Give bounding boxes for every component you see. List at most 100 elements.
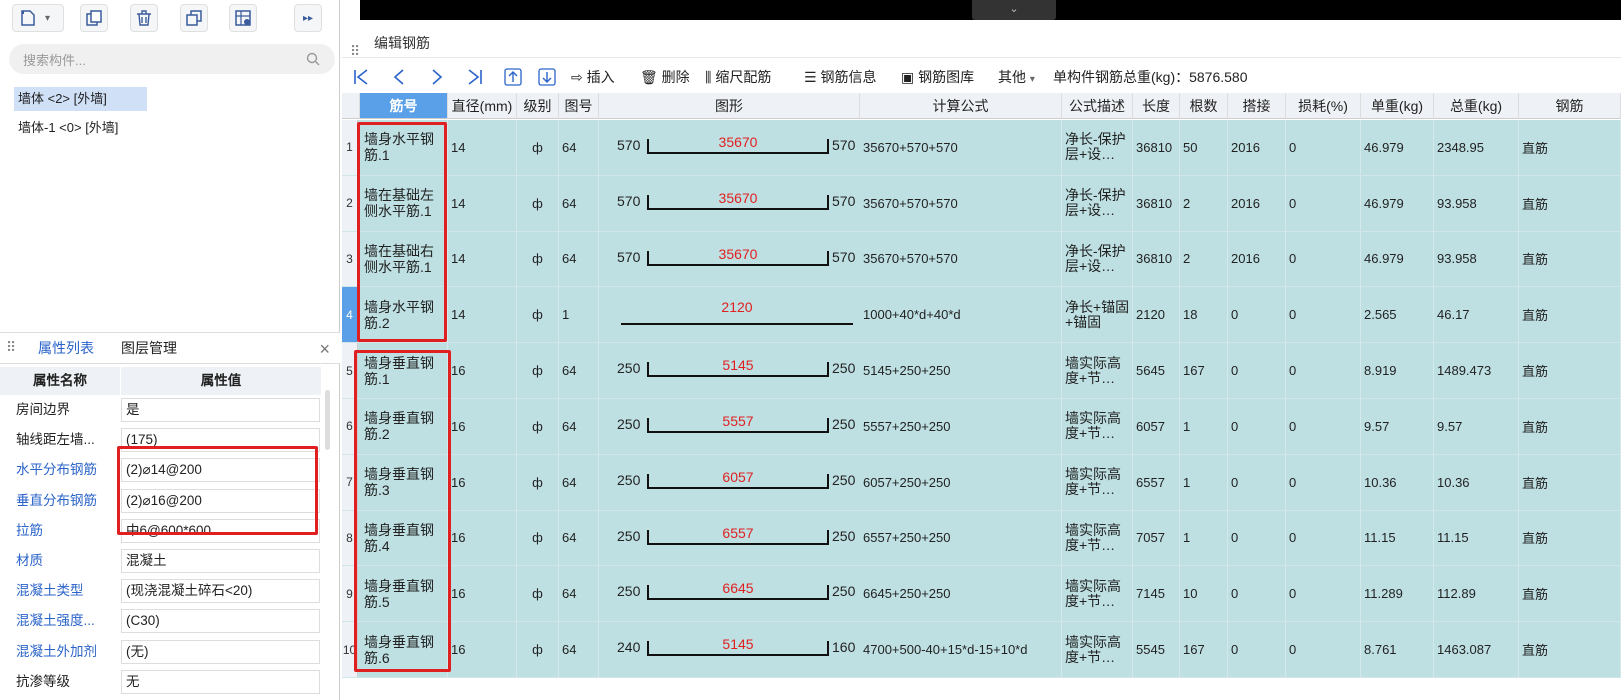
table-row[interactable]: 8 墙身垂直钢筋.4 16 ф 64 250 6557 250 6557+250+250 墙实际高… bbox=[342, 510, 1621, 567]
diameter-cell[interactable]: 16 bbox=[448, 454, 517, 510]
column-header[interactable]: 级别 bbox=[517, 93, 559, 119]
rebar-name-cell[interactable]: 墙身垂直钢筋.2 bbox=[360, 399, 448, 454]
diameter-cell[interactable]: 16 bbox=[448, 399, 517, 454]
formula-cell[interactable]: 5145+250+250 bbox=[860, 343, 1062, 398]
figure-no-cell[interactable]: 64 bbox=[559, 566, 599, 622]
prev-row-icon[interactable] bbox=[390, 68, 408, 86]
lap-cell[interactable]: 2016 bbox=[1228, 120, 1286, 175]
total-weight-cell[interactable]: 1463.087 bbox=[1434, 622, 1519, 677]
property-row[interactable]: 抗渗等级 无 bbox=[0, 667, 340, 697]
formula-desc-cell[interactable]: 墙实际高度+节… bbox=[1062, 622, 1133, 677]
unit-weight-cell[interactable]: 11.15 bbox=[1361, 510, 1434, 566]
count-cell[interactable]: 1 bbox=[1180, 399, 1228, 454]
formula-desc-cell[interactable]: 净长+锚固+锚固 bbox=[1062, 287, 1133, 343]
diameter-cell[interactable]: 14 bbox=[448, 175, 517, 231]
total-weight-cell[interactable]: 112.89 bbox=[1434, 566, 1519, 622]
move-down-icon[interactable] bbox=[538, 68, 556, 86]
tab-property-list[interactable]: 属性列表 bbox=[38, 333, 94, 363]
next-row-icon[interactable] bbox=[428, 68, 446, 86]
rebar-library-button[interactable]: ▣ 钢筋图库 bbox=[901, 62, 974, 92]
rebar-type-cell[interactable]: 直筋 bbox=[1519, 566, 1621, 622]
row-number[interactable]: 10 bbox=[342, 622, 358, 677]
figure-no-cell[interactable]: 64 bbox=[559, 343, 599, 398]
formula-cell[interactable]: 35670+570+570 bbox=[860, 175, 1062, 231]
count-cell[interactable]: 50 bbox=[1180, 120, 1228, 175]
table-row[interactable]: 1 墙身水平钢筋.1 14 ф 64 570 35670 570 35670+570+570 净长… bbox=[342, 120, 1621, 176]
diameter-cell[interactable]: 14 bbox=[448, 120, 517, 175]
close-icon[interactable]: × bbox=[319, 339, 330, 360]
first-row-icon[interactable] bbox=[352, 68, 370, 86]
length-cell[interactable]: 6557 bbox=[1133, 454, 1180, 510]
loss-cell[interactable]: 0 bbox=[1286, 343, 1361, 398]
delete-button[interactable]: 🗑 删除 bbox=[640, 62, 690, 92]
property-value[interactable]: (无) bbox=[121, 639, 320, 664]
grade-cell[interactable]: ф bbox=[517, 566, 559, 622]
property-row[interactable]: 轴线距左墙... (175) bbox=[0, 425, 340, 455]
column-header[interactable]: 长度 bbox=[1133, 93, 1180, 119]
grade-cell[interactable]: ф bbox=[517, 231, 559, 287]
total-weight-cell[interactable]: 9.57 bbox=[1434, 399, 1519, 454]
row-number[interactable]: 9 bbox=[342, 566, 358, 622]
loss-cell[interactable]: 0 bbox=[1286, 175, 1361, 231]
property-row[interactable]: 房间边界 是 bbox=[0, 395, 340, 425]
diameter-cell[interactable]: 16 bbox=[448, 343, 517, 398]
loss-cell[interactable]: 0 bbox=[1286, 231, 1361, 287]
table-row[interactable]: 9 墙身垂直钢筋.5 16 ф 64 250 6645 250 6645+250+250 墙实际高… bbox=[342, 566, 1621, 623]
rebar-type-cell[interactable]: 直筋 bbox=[1519, 343, 1621, 398]
count-cell[interactable]: 1 bbox=[1180, 510, 1228, 566]
row-number[interactable]: 2 bbox=[342, 175, 358, 231]
formula-cell[interactable]: 5557+250+250 bbox=[860, 399, 1062, 454]
column-header[interactable]: 公式描述 bbox=[1062, 93, 1133, 119]
rebar-shape[interactable]: 570 35670 570 bbox=[599, 176, 860, 231]
figure-no-cell[interactable]: 64 bbox=[559, 231, 599, 287]
length-cell[interactable]: 36810 bbox=[1133, 120, 1180, 175]
diameter-cell[interactable]: 16 bbox=[448, 622, 517, 677]
property-row[interactable]: 水平分布钢筋 (2)⌀14@200 bbox=[0, 455, 340, 485]
last-row-icon[interactable] bbox=[466, 68, 484, 86]
formula-desc-cell[interactable]: 墙实际高度+节… bbox=[1062, 566, 1133, 622]
lap-cell[interactable]: 0 bbox=[1228, 566, 1286, 622]
diameter-cell[interactable]: 16 bbox=[448, 566, 517, 622]
total-weight-cell[interactable]: 46.17 bbox=[1434, 287, 1519, 343]
scale-rebar-button[interactable]: ⫼ 缩尺配筋 bbox=[705, 62, 771, 92]
new-component-button[interactable]: ▾ bbox=[12, 4, 64, 32]
diameter-cell[interactable]: 14 bbox=[448, 231, 517, 287]
insert-button[interactable]: ⇨ 插入 bbox=[571, 62, 615, 92]
search-icon[interactable] bbox=[305, 51, 321, 67]
rebar-name-cell[interactable]: 墙身垂直钢筋.3 bbox=[360, 454, 448, 510]
rebar-type-cell[interactable]: 直筋 bbox=[1519, 175, 1621, 231]
rebar-type-cell[interactable]: 直筋 bbox=[1519, 120, 1621, 175]
column-header[interactable]: 根数 bbox=[1180, 93, 1228, 119]
formula-cell[interactable]: 1000+40*d+40*d bbox=[860, 287, 1062, 343]
formula-cell[interactable]: 6557+250+250 bbox=[860, 510, 1062, 566]
property-value[interactable]: (C30) bbox=[121, 609, 320, 634]
formula-desc-cell[interactable]: 净长-保护层+设… bbox=[1062, 231, 1133, 287]
rebar-name-cell[interactable]: 墙身水平钢筋.2 bbox=[360, 287, 448, 343]
tab-layer-management[interactable]: 图层管理 bbox=[121, 333, 177, 363]
table-row[interactable]: 5 墙身垂直钢筋.1 16 ф 64 250 5145 250 5145+250+250 墙实际高… bbox=[342, 343, 1621, 399]
table-row[interactable]: 2 墙在基础左侧水平筋.1 14 ф 64 570 35670 570 35670+570+57… bbox=[342, 175, 1621, 232]
length-cell[interactable]: 36810 bbox=[1133, 175, 1180, 231]
column-header[interactable]: 直径(mm) bbox=[448, 93, 517, 119]
rebar-name-cell[interactable]: 墙身垂直钢筋.4 bbox=[360, 510, 448, 566]
figure-no-cell[interactable]: 64 bbox=[559, 175, 599, 231]
count-cell[interactable]: 1 bbox=[1180, 454, 1228, 510]
rebar-type-cell[interactable]: 直筋 bbox=[1519, 231, 1621, 287]
rebar-type-cell[interactable]: 直筋 bbox=[1519, 622, 1621, 677]
unit-weight-cell[interactable]: 8.919 bbox=[1361, 343, 1434, 398]
rebar-name-cell[interactable]: 墙在基础左侧水平筋.1 bbox=[360, 175, 448, 231]
rebar-type-cell[interactable]: 直筋 bbox=[1519, 287, 1621, 343]
lap-cell[interactable]: 2016 bbox=[1228, 175, 1286, 231]
grade-cell[interactable]: ф bbox=[517, 120, 559, 175]
rebar-name-cell[interactable]: 墙身垂直钢筋.5 bbox=[360, 566, 448, 622]
column-header[interactable]: 计算公式 bbox=[860, 93, 1062, 119]
loss-cell[interactable]: 0 bbox=[1286, 454, 1361, 510]
total-weight-cell[interactable]: 93.958 bbox=[1434, 175, 1519, 231]
length-cell[interactable]: 6057 bbox=[1133, 399, 1180, 454]
count-cell[interactable]: 2 bbox=[1180, 175, 1228, 231]
rebar-shape[interactable]: 2120 bbox=[599, 287, 860, 342]
property-value[interactable]: (175) bbox=[121, 428, 320, 453]
tree-item-wall-2[interactable]: 墙体 <2> [外墙] bbox=[14, 87, 147, 111]
rebar-shape[interactable]: 570 35670 570 bbox=[599, 232, 860, 287]
property-row[interactable]: 材质 混凝土 bbox=[0, 546, 340, 576]
